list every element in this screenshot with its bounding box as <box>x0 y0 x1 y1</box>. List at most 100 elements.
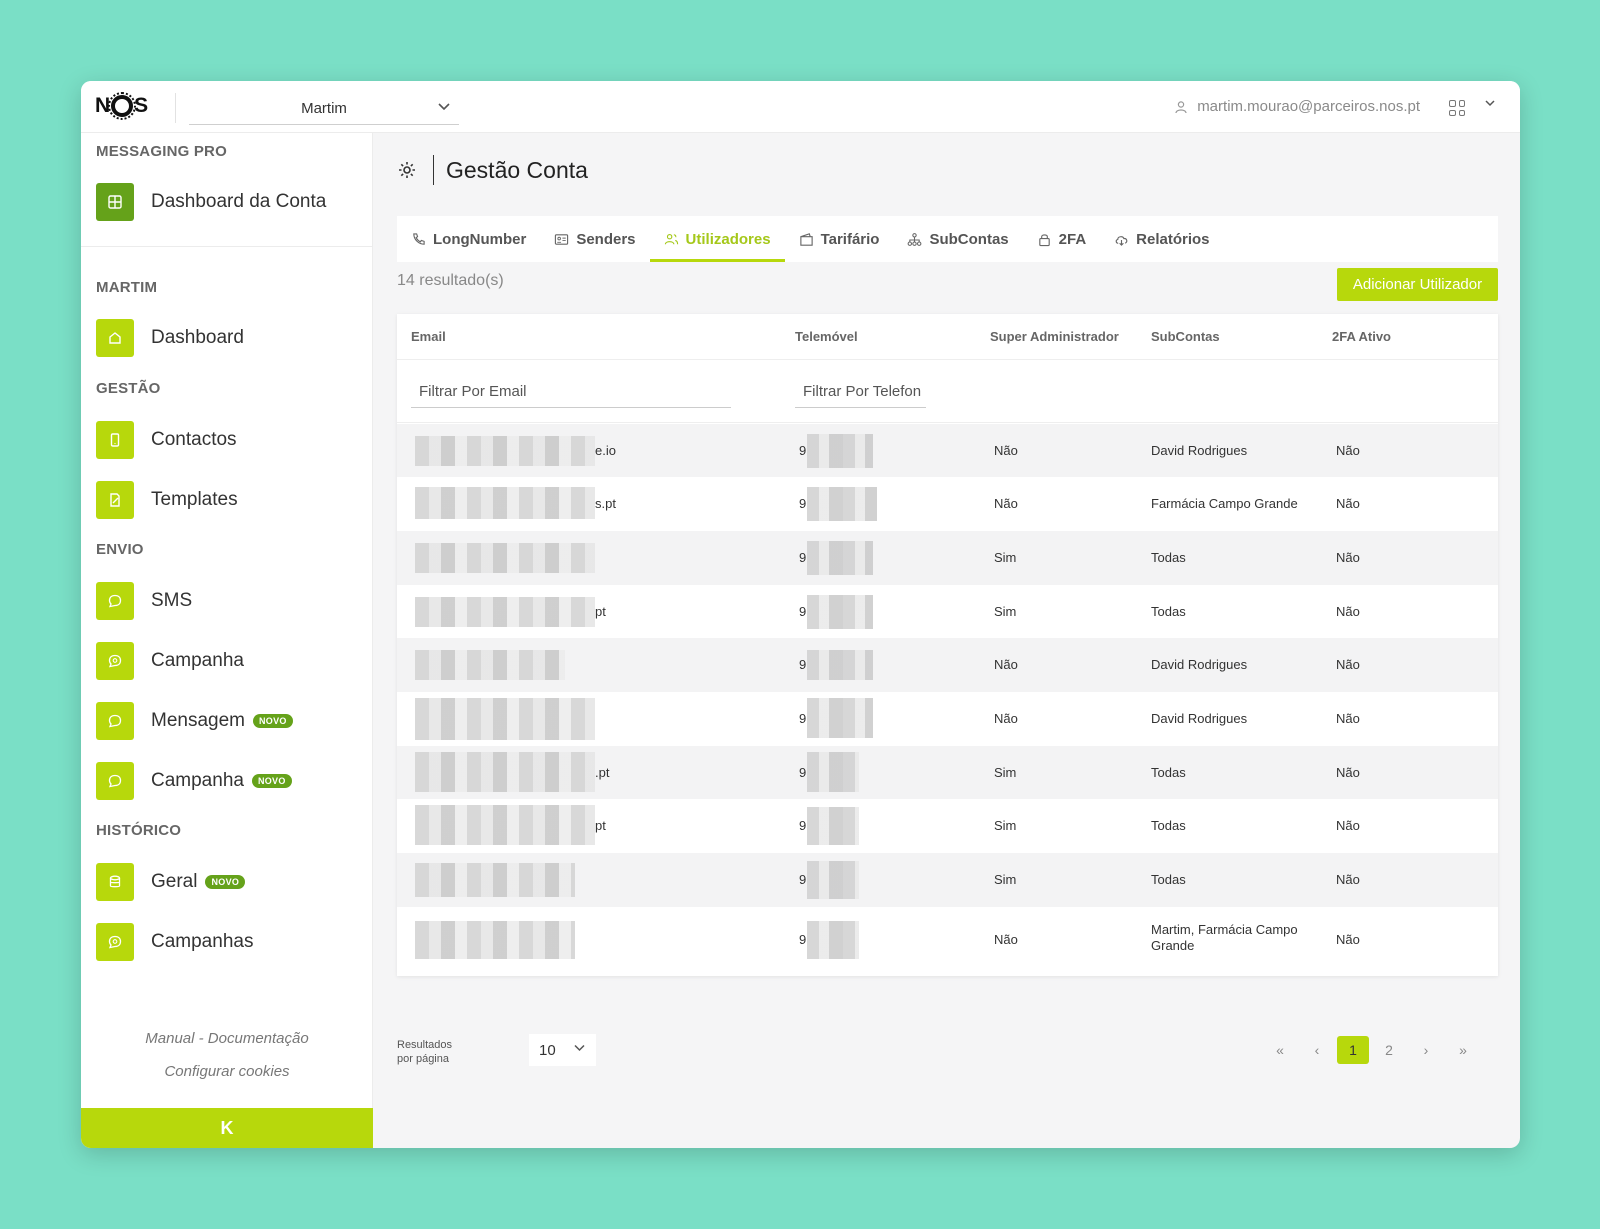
email-filter-input[interactable]: Filtrar Por Email <box>411 380 731 408</box>
apps-grid-icon[interactable] <box>1449 100 1465 116</box>
wallet-icon <box>799 232 813 246</box>
sidebar-item-templates[interactable]: Templates <box>96 481 238 519</box>
users-icon <box>1175 100 1189 114</box>
tab-label: Utilizadores <box>685 230 771 248</box>
edit-icon <box>96 481 134 519</box>
tab-utilizadores[interactable]: Utilizadores <box>649 216 785 262</box>
account-select[interactable]: Martim <box>189 93 459 125</box>
first-page-button[interactable]: « <box>1263 1036 1297 1064</box>
sidebar-item-sms[interactable]: SMS <box>96 582 192 620</box>
per-page-select[interactable]: 10 <box>529 1034 596 1066</box>
page-button-2[interactable]: 2 <box>1372 1036 1406 1064</box>
sidebar-item-geral[interactable]: Geral NOVO <box>96 863 246 901</box>
redacted-email <box>415 436 595 466</box>
sidebar-item-mensagem[interactable]: Mensagem NOVO <box>96 702 293 740</box>
super-admin-cell: Sim <box>994 604 1017 619</box>
chat-search-icon <box>96 642 134 680</box>
pagination: « ‹ 1 2 › » <box>1260 1036 1480 1064</box>
redacted-email <box>415 863 575 897</box>
collapse-icon: K <box>220 1117 234 1138</box>
subcontas-cell: Todas <box>1151 604 1186 619</box>
column-header-email[interactable]: Email <box>411 329 446 344</box>
sidebar-item-label: Dashboard da Conta <box>151 191 327 212</box>
table-row[interactable]: 9 Não Martim, Farmácia Campo Grande Não <box>397 907 1498 973</box>
sidebar: MESSAGING PRO Dashboard da Conta MARTIM … <box>81 133 373 1148</box>
column-header-subcontas[interactable]: SubContas <box>1151 329 1220 344</box>
super-admin-cell: Sim <box>994 550 1017 565</box>
tab-subcontas[interactable]: SubContas <box>893 216 1022 262</box>
redacted-phone <box>807 434 873 468</box>
tab-senders[interactable]: Senders <box>540 216 649 262</box>
table-row[interactable]: 9 Sim Todas Não <box>397 531 1498 585</box>
table-row[interactable]: pt 9 Sim Todas Não <box>397 799 1498 853</box>
sidebar-item-label: Geral <box>151 871 198 892</box>
sidebar-item-dashboard[interactable]: Dashboard <box>96 319 244 357</box>
per-page-value: 10 <box>539 1041 556 1059</box>
redacted-email <box>415 921 575 959</box>
section-messaging-pro: MESSAGING PRO <box>96 143 227 160</box>
column-header-phone[interactable]: Telemóvel <box>795 329 858 344</box>
lock-icon <box>1038 233 1050 246</box>
redacted-phone <box>807 650 873 680</box>
sidebar-item-campanha-novo[interactable]: Campanha NOVO <box>96 762 292 800</box>
account-select-value: Martim <box>301 100 347 117</box>
table-row[interactable]: .pt 9 Sim Todas Não <box>397 746 1498 799</box>
last-page-button[interactable]: » <box>1446 1036 1480 1064</box>
table-row[interactable]: 9 Sim Todas Não <box>397 853 1498 907</box>
sidebar-item-dashboard-conta[interactable]: Dashboard da Conta <box>96 183 326 221</box>
sidebar-item-campanha[interactable]: Campanha <box>96 642 244 680</box>
sidebar-item-campanhas[interactable]: Campanhas <box>96 923 253 961</box>
redacted-phone <box>807 752 859 792</box>
super-admin-cell: Não <box>994 711 1018 726</box>
id-card-icon <box>555 233 569 245</box>
tab-label: SubContas <box>929 230 1009 248</box>
phone-cell: 9 <box>799 872 807 887</box>
column-header-super-admin[interactable]: Super Administrador <box>990 329 1119 344</box>
next-page-button[interactable]: › <box>1409 1036 1443 1064</box>
redacted-email <box>415 597 595 627</box>
redacted-email <box>415 487 595 519</box>
phone-cell: 9 <box>799 550 807 565</box>
redacted-email <box>415 543 595 573</box>
tab-2fa[interactable]: 2FA <box>1023 216 1101 262</box>
table-row[interactable]: s.pt 9 Não Farmácia Campo Grande Não <box>397 477 1498 531</box>
chat-bubble-icon <box>96 762 134 800</box>
chevron-down-icon[interactable] <box>1484 97 1496 112</box>
tab-label: Senders <box>576 230 636 248</box>
sidebar-item-label: Campanha <box>151 770 244 791</box>
user-email: martim.mourao@parceiros.nos.pt <box>1197 98 1420 115</box>
cloud-download-icon <box>1115 235 1128 246</box>
section-envio: ENVIO <box>96 541 144 558</box>
table-row[interactable]: 9 Não David Rodrigues Não <box>397 638 1498 692</box>
result-count: 14 resultado(s) <box>397 272 504 289</box>
manual-link[interactable]: Manual - Documentação <box>81 1030 373 1047</box>
prev-page-button[interactable]: ‹ <box>1300 1036 1334 1064</box>
divider <box>81 246 373 247</box>
tab-tarifario[interactable]: Tarifário <box>785 216 894 262</box>
chevron-down-icon <box>573 1041 586 1057</box>
tab-relatorios[interactable]: Relatórios <box>1100 216 1223 262</box>
section-account: MARTIM <box>96 279 158 296</box>
add-user-button[interactable]: Adicionar Utilizador <box>1337 268 1498 301</box>
subcontas-cell: Farmácia Campo Grande <box>1151 496 1298 511</box>
tab-longnumber[interactable]: LongNumber <box>397 216 540 262</box>
phone-icon <box>96 421 134 459</box>
collapse-sidebar-button[interactable]: K <box>81 1108 373 1148</box>
table-row[interactable]: e.io 9 Não David Rodrigues Não <box>397 424 1498 477</box>
phone-cell: 9 <box>799 765 807 780</box>
super-admin-cell: Sim <box>994 765 1017 780</box>
phone-cell: 9 <box>799 604 807 619</box>
2fa-cell: Não <box>1336 657 1360 672</box>
redacted-phone <box>807 487 877 521</box>
page-button-1[interactable]: 1 <box>1337 1036 1369 1064</box>
cookies-link[interactable]: Configurar cookies <box>81 1063 373 1080</box>
column-header-2fa[interactable]: 2FA Ativo <box>1332 329 1391 344</box>
phone-filter-input[interactable]: Filtrar Por Telefon <box>795 380 926 408</box>
phone-cell: 9 <box>799 443 807 458</box>
table-row[interactable]: pt 9 Sim Todas Não <box>397 585 1498 638</box>
sidebar-item-contactos[interactable]: Contactos <box>96 421 237 459</box>
user-menu[interactable]: martim.mourao@parceiros.nos.pt <box>1175 98 1420 115</box>
tab-label: 2FA <box>1058 230 1087 248</box>
table-row[interactable]: 9 Não David Rodrigues Não <box>397 692 1498 746</box>
nos-logo[interactable]: NS <box>95 92 148 120</box>
